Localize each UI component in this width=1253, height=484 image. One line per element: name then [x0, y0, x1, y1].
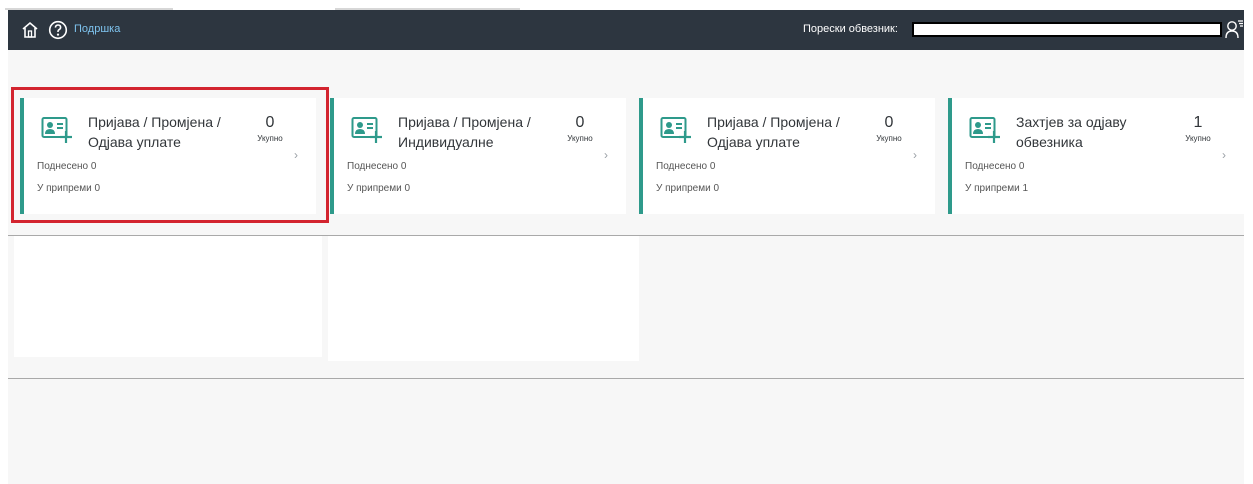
tile-count: 0: [575, 114, 585, 131]
tile-count-label: Укупно: [1185, 134, 1211, 143]
add-person-card-icon: [41, 117, 72, 143]
section-divider: [8, 378, 1244, 379]
tile-in-preparation: У припреми 0: [347, 183, 411, 194]
browser-tab-strip: [0, 0, 1253, 10]
tile-in-preparation: У припреми 0: [37, 183, 101, 194]
tile-count: 0: [265, 114, 275, 131]
tile-in-preparation: У припреми 1: [965, 183, 1029, 194]
tile-title: Пријава / Промјена / Индивидуалне: [398, 114, 531, 150]
add-person-card-icon: [660, 117, 691, 143]
help-icon[interactable]: [48, 20, 68, 40]
user-menu-icon[interactable]: [1224, 18, 1244, 40]
chevron-right-icon: ›: [1222, 148, 1226, 162]
chevron-right-icon: ›: [604, 148, 608, 162]
empty-tile-area: [328, 236, 639, 361]
tile-count: 1: [1193, 114, 1203, 131]
chevron-right-icon: ›: [913, 148, 917, 162]
tile-submitted: Поднесено 0: [347, 161, 407, 172]
tile-count-label: Укупно: [567, 134, 593, 143]
tile-in-preparation: У припреми 0: [656, 183, 720, 194]
tile-submitted: Поднесено 0: [37, 161, 97, 172]
tile-count-label: Укупно: [876, 134, 902, 143]
tile-3[interactable]: Пријава / Промјена / Одјава уплате 0 Укупн…: [639, 98, 935, 214]
tile-title: Пријава / Промјена / Одјава уплате: [88, 114, 221, 150]
tile-title: Захтјев за одјаву обвезника: [1016, 114, 1127, 150]
home-icon[interactable]: [20, 20, 40, 40]
empty-tile-area: [14, 236, 322, 357]
tile-title: Пријава / Промјена / Одјава уплате: [707, 114, 840, 150]
add-person-card-icon: [969, 117, 1000, 143]
taxpayer-field[interactable]: [912, 22, 1222, 37]
tile-submitted: Поднесено 0: [656, 161, 716, 172]
shell-bar: Подршка Порески обвезник:: [8, 10, 1244, 50]
help-link[interactable]: Подршка: [74, 23, 120, 35]
tile-submitted: Поднесено 0: [965, 161, 1025, 172]
add-person-card-icon: [351, 117, 382, 143]
chevron-right-icon: ›: [294, 148, 298, 162]
tile-2[interactable]: Пријава / Промјена / Индивидуалне 0 Укупно…: [330, 98, 626, 214]
tile-count: 0: [884, 114, 894, 131]
tile-count-label: Укупно: [257, 134, 283, 143]
tile-1[interactable]: Пријава / Промјена / Одјава уплате 0 Укупн…: [20, 98, 316, 214]
tile-4[interactable]: Захтјев за одјаву обвезника 1 Укупно › Подне…: [948, 98, 1244, 214]
taxpayer-label: Порески обвезник:: [803, 23, 898, 35]
